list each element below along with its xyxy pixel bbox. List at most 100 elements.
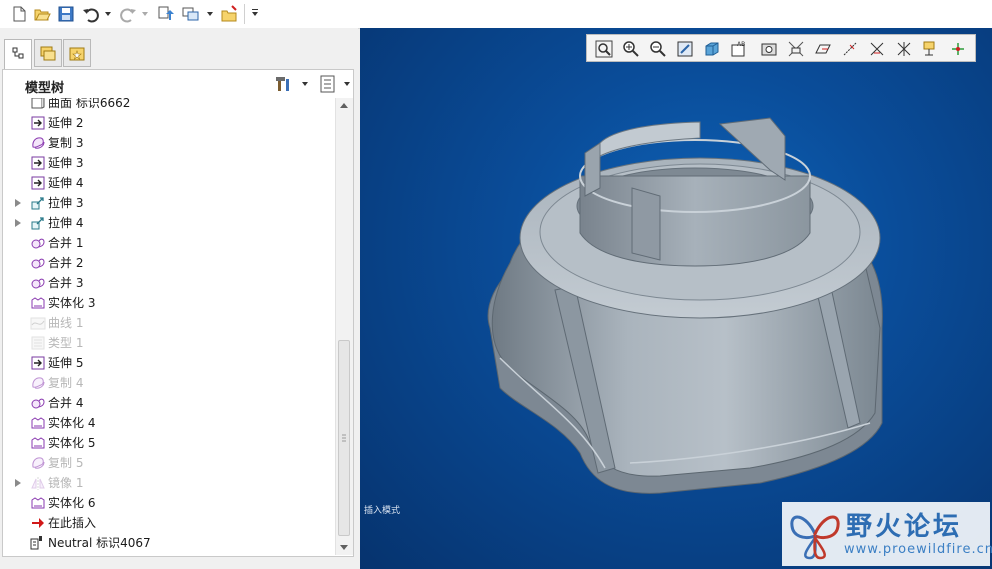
regenerate-icon[interactable] (157, 5, 175, 23)
save-icon[interactable] (57, 5, 75, 23)
tree-item[interactable]: 合并 2 (3, 253, 337, 273)
tree-item[interactable]: 拉伸 4 (3, 213, 337, 233)
open-icon[interactable] (33, 5, 51, 23)
merge-icon (30, 235, 46, 251)
tree-item[interactable]: 复制 4 (3, 373, 337, 393)
expand-arrow-icon[interactable] (15, 199, 21, 207)
expand-arrow-icon[interactable] (15, 479, 21, 487)
tree-item[interactable]: 拉伸 3 (3, 193, 337, 213)
settings-dropdown-icon[interactable] (301, 78, 309, 90)
model-tree-icon (12, 47, 24, 59)
neutral-icon (30, 535, 46, 551)
merge-icon (30, 395, 46, 411)
tree-item[interactable]: 复制 5 (3, 453, 337, 473)
settings-hammer-icon[interactable] (275, 75, 293, 93)
plane-tag-icon[interactable] (813, 39, 833, 59)
tree-item-label: 复制 5 (48, 456, 84, 470)
tree-item[interactable]: Neutral 标识4067 (3, 533, 337, 553)
show-list-icon[interactable] (319, 75, 337, 93)
tree-item[interactable]: 实体化 3 (3, 293, 337, 313)
undo-dropdown-icon[interactable] (104, 6, 112, 20)
zoom-out-icon[interactable] (648, 39, 668, 59)
view-manager-icon[interactable] (759, 39, 779, 59)
close-window-icon[interactable] (220, 5, 238, 23)
folder-browser-tab[interactable] (34, 39, 62, 67)
tree-item[interactable]: 实体化 4 (3, 413, 337, 433)
new-icon[interactable] (10, 5, 28, 23)
favorites-tab[interactable] (63, 39, 91, 67)
spin-center-icon[interactable] (948, 39, 968, 59)
tree-item-label: 合并 4 (48, 396, 84, 410)
merge-icon (30, 275, 46, 291)
model-tree-tab[interactable] (4, 39, 32, 70)
tree-item-label: 曲线 1 (48, 316, 84, 330)
tree-item-label: 实体化 6 (48, 496, 96, 510)
copy-icon (30, 455, 46, 471)
tree-item[interactable]: 延伸 2 (3, 113, 337, 133)
point-tag-icon[interactable] (867, 39, 887, 59)
curve-icon (30, 315, 46, 331)
windows-dropdown-icon[interactable] (206, 6, 214, 20)
tree-item-label: 延伸 3 (48, 156, 84, 170)
tree-item-label: 合并 3 (48, 276, 84, 290)
expand-arrow-icon[interactable] (15, 219, 21, 227)
tree-item[interactable]: 合并 1 (3, 233, 337, 253)
tree-item[interactable]: 延伸 5 (3, 353, 337, 373)
tree-item[interactable]: 曲面 标识6662 (3, 98, 337, 113)
scroll-down-arrow-icon[interactable] (340, 545, 348, 550)
zoom-in-icon[interactable] (621, 39, 641, 59)
tree-item[interactable]: 合并 3 (3, 273, 337, 293)
undo-icon[interactable] (82, 5, 100, 23)
tree-item-label: 在此插入 (48, 516, 97, 530)
tree-item[interactable]: 实体化 5 (3, 433, 337, 453)
redo-icon[interactable] (119, 5, 137, 23)
solidify-icon (30, 495, 46, 511)
graphics-window[interactable]: AB 插入模式 野火论坛 www.proewildfire.cn (360, 28, 992, 569)
tree-item-label: 实体化 3 (48, 296, 96, 310)
tree-item[interactable]: 合并 4 (3, 393, 337, 413)
extend-icon (30, 115, 46, 131)
solidify-icon (30, 295, 46, 311)
merge-icon (30, 255, 46, 271)
tree-item[interactable]: 延伸 4 (3, 173, 337, 193)
tree-item[interactable]: 实体化 6 (3, 493, 337, 513)
watermark-url: www.proewildfire.cn (844, 542, 992, 557)
tree-item-label: 延伸 5 (48, 356, 84, 370)
solidify-icon (30, 435, 46, 451)
scroll-thumb[interactable] (338, 340, 350, 536)
repaint-icon[interactable] (675, 39, 695, 59)
model-tree-scrollbar[interactable] (335, 98, 353, 555)
show-dropdown-icon[interactable] (343, 78, 351, 90)
tree-item[interactable]: 曲线 1 (3, 313, 337, 333)
svg-text:AB: AB (737, 41, 745, 48)
copy-icon (30, 135, 46, 151)
extrude-icon (30, 215, 46, 231)
surface-icon (30, 98, 46, 111)
navigator-panel: 模型树 曲面 标识6662 延伸 2 复制 3 延伸 3 延伸 4 拉伸 3 拉伸 4 合并 … (0, 28, 358, 569)
customize-icon[interactable] (251, 6, 259, 20)
tree-item[interactable]: 复制 3 (3, 133, 337, 153)
axis-tag-icon[interactable] (840, 39, 860, 59)
toolbar-separator (244, 4, 245, 24)
datum-display-icon[interactable] (786, 39, 806, 59)
csys-tag-icon[interactable] (894, 39, 914, 59)
tree-item-label: 拉伸 3 (48, 196, 84, 210)
butterfly-logo-icon (790, 515, 840, 560)
windows-icon[interactable] (182, 5, 200, 23)
tree-item-label: Neutral 标识4067 (48, 536, 151, 550)
extend-icon (30, 155, 46, 171)
part-model[interactable] (360, 28, 992, 569)
annotation-display-icon[interactable] (921, 39, 941, 59)
tree-item[interactable]: 在此插入 (3, 513, 337, 533)
tree-item[interactable]: 类型 1 (3, 333, 337, 353)
navigator-tabs (0, 36, 358, 70)
saved-views-icon[interactable]: AB (729, 39, 749, 59)
tree-item[interactable]: 延伸 3 (3, 153, 337, 173)
refit-icon[interactable] (594, 39, 614, 59)
redo-dropdown-icon[interactable] (141, 6, 149, 20)
tree-item-label: 合并 2 (48, 256, 84, 270)
extend-icon (30, 355, 46, 371)
scroll-up-arrow-icon[interactable] (340, 103, 348, 108)
display-style-icon[interactable] (702, 39, 722, 59)
tree-item[interactable]: 镜像 1 (3, 473, 337, 493)
